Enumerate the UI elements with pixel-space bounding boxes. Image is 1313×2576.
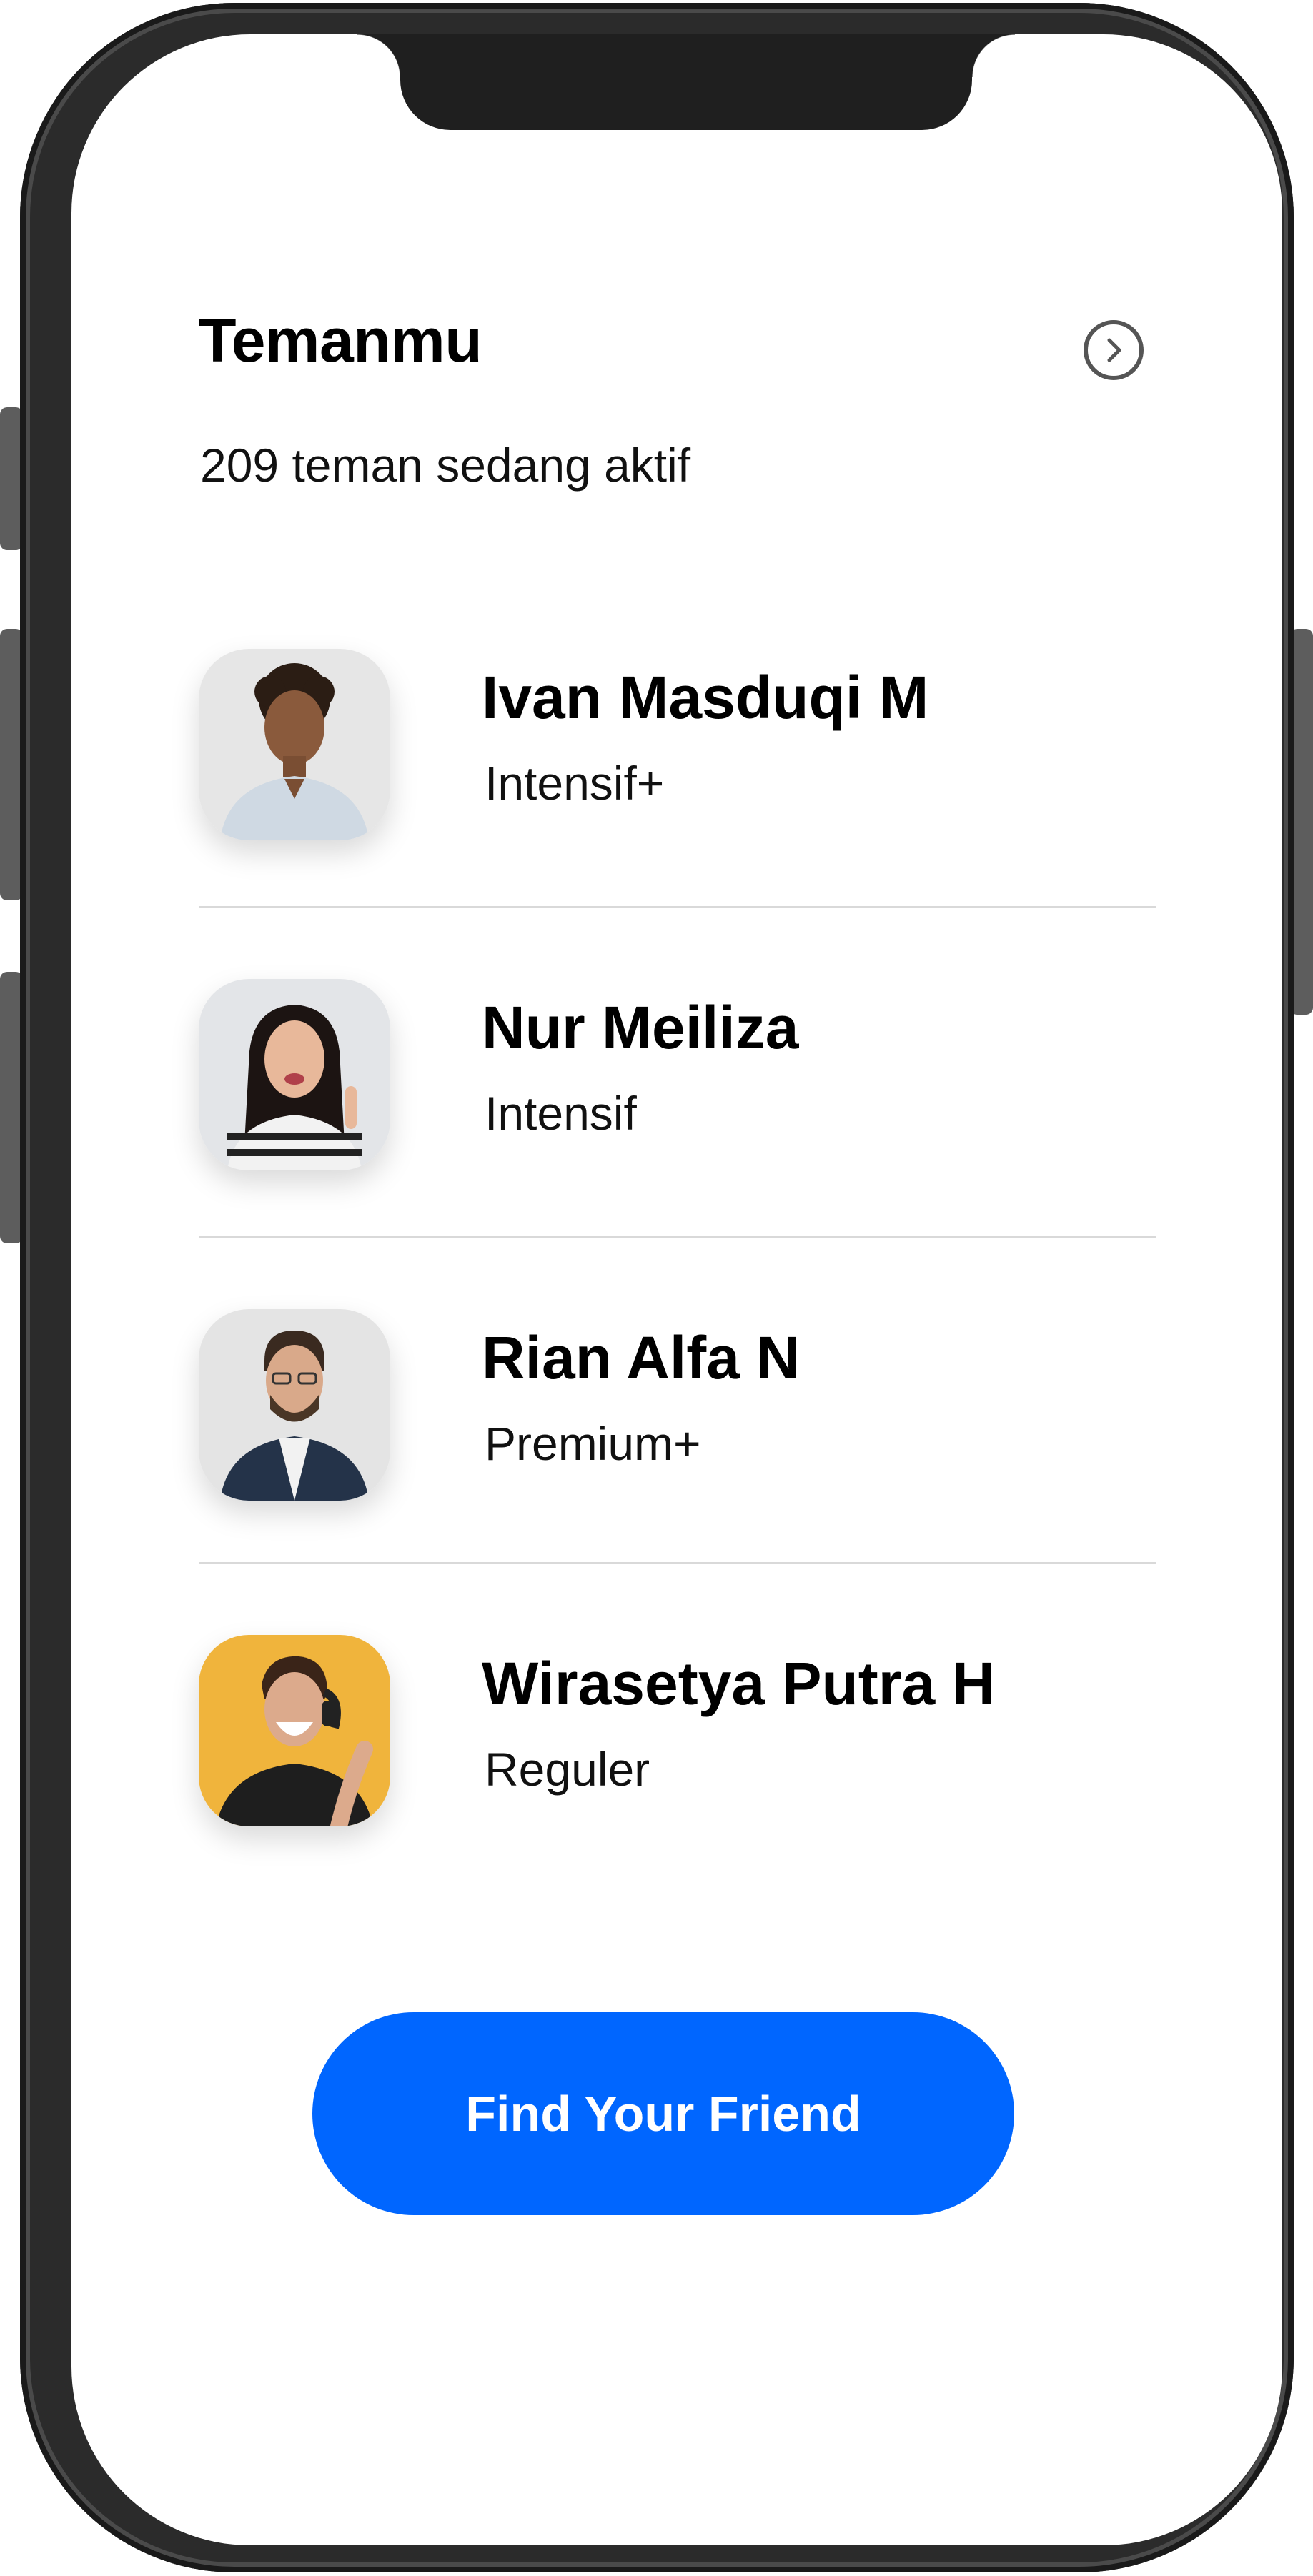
friend-item[interactable]: Wirasetya Putra H Reguler [199,1635,1156,1828]
active-friends-count: 209 teman sedang aktif [200,439,691,492]
see-all-button[interactable] [1084,320,1144,380]
divider [199,1562,1156,1564]
avatar [199,1635,390,1826]
friend-name: Wirasetya Putra H [482,1650,996,1717]
avatar-photo [199,1635,390,1826]
avatar [199,649,390,840]
friend-name: Ivan Masduqi M [482,664,929,731]
friend-plan: Premium+ [485,1417,701,1470]
avatar-photo [199,979,390,1170]
chevron-right-icon [1107,338,1121,362]
phone-frame: Temanmu 209 teman sedang aktif Ivan Masd… [20,3,1294,2572]
friend-item[interactable]: Rian Alfa N Premium+ [199,1309,1156,1502]
avatar [199,1309,390,1501]
friend-plan: Intensif+ [485,757,665,810]
friend-plan: Intensif [485,1087,637,1140]
divider [199,906,1156,908]
notch [357,34,1015,130]
friend-name: Nur Meiliza [482,994,799,1061]
divider [199,1236,1156,1238]
page-title: Temanmu [199,307,482,375]
avatar-photo [199,649,390,840]
avatar-photo [199,1309,390,1501]
friend-name: Rian Alfa N [482,1324,800,1391]
friend-item[interactable]: Nur Meiliza Intensif [199,979,1156,1172]
find-your-friend-button[interactable]: Find Your Friend [312,2012,1014,2215]
friend-plan: Reguler [485,1743,650,1796]
avatar [199,979,390,1170]
canvas: Temanmu 209 teman sedang aktif Ivan Masd… [0,0,1313,2576]
phone-screen: Temanmu 209 teman sedang aktif Ivan Masd… [71,34,1282,2545]
friend-item[interactable]: Ivan Masduqi M Intensif+ [199,649,1156,842]
